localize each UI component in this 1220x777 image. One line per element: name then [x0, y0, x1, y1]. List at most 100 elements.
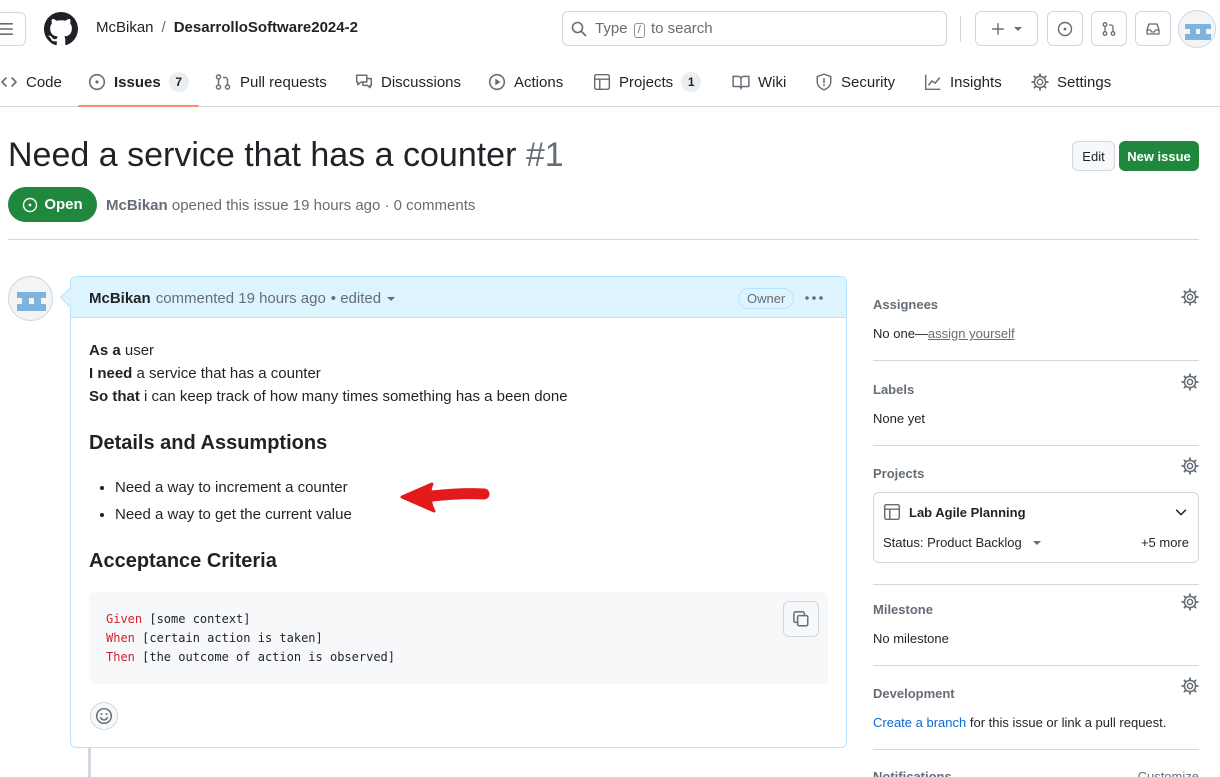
edited-dropdown[interactable]: • edited	[331, 290, 381, 307]
gear-icon[interactable]	[1181, 457, 1199, 475]
code-line: Then [the outcome of action is observed]	[106, 650, 395, 664]
divider	[873, 584, 1199, 585]
tab-code[interactable]: Code	[0, 58, 62, 106]
tab-pull-requests[interactable]: Pull requests	[214, 58, 327, 106]
chevron-down-icon[interactable]	[1174, 505, 1188, 519]
project-status-dropdown[interactable]: Status: Product Backlog	[883, 535, 1042, 550]
tab-projects[interactable]: Projects 1	[593, 58, 702, 106]
search-placeholder: Type / to search	[595, 19, 713, 38]
create-new-button[interactable]	[975, 11, 1038, 46]
issue-open-icon	[23, 197, 38, 212]
sidebar-milestone: Milestone No milestone	[873, 593, 1199, 646]
search-icon	[571, 21, 587, 36]
divider	[873, 360, 1199, 361]
issue-icon	[1057, 21, 1073, 36]
avatar[interactable]	[8, 276, 53, 321]
issue-icon	[88, 73, 106, 91]
hamburger-icon	[0, 23, 13, 35]
new-issue-button[interactable]: New issue	[1119, 141, 1199, 171]
comment-timestamp[interactable]: commented 19 hours ago	[156, 290, 326, 307]
breadcrumb-owner[interactable]: McBikan	[96, 19, 154, 36]
sidebar-notifications-title: Notifications	[873, 769, 952, 777]
issue-author[interactable]: McBikan	[106, 197, 168, 214]
edit-button[interactable]: Edit	[1072, 141, 1115, 171]
tab-wiki[interactable]: Wiki	[732, 58, 786, 106]
list-item: Need a way to get the current value	[115, 501, 352, 528]
header-divider	[960, 16, 961, 42]
copy-button[interactable]	[783, 601, 819, 637]
github-logo-icon[interactable]	[44, 12, 78, 46]
tab-security[interactable]: Security	[815, 58, 895, 106]
inbox-icon	[1146, 22, 1160, 35]
issues-count: 7	[168, 72, 189, 92]
gear-icon[interactable]	[1181, 593, 1199, 611]
pull-requests-button[interactable]	[1091, 11, 1127, 46]
table-icon	[593, 73, 611, 91]
issue-title: Need a service that has a counter #1	[8, 136, 564, 175]
timeline-line	[88, 748, 91, 777]
graph-icon	[924, 74, 941, 91]
tab-insights[interactable]: Insights	[924, 58, 1002, 106]
assignees-value: No one—assign yourself	[873, 326, 1015, 341]
kebab-horizontal-icon[interactable]	[804, 290, 824, 306]
gear-icon[interactable]	[1181, 373, 1199, 391]
play-icon	[488, 73, 506, 91]
red-arrow-annotation	[398, 478, 490, 518]
add-reaction-button[interactable]	[90, 702, 118, 730]
project-more-fields[interactable]: +5 more	[1141, 535, 1189, 550]
tab-label: Security	[841, 73, 896, 91]
project-status: Status: Product Backlog	[883, 535, 1022, 550]
tab-issues[interactable]: Issues 7	[78, 58, 199, 107]
development-value: Create a branch for this issue or link a…	[873, 715, 1167, 730]
sidebar-projects: Projects	[873, 457, 1199, 481]
issue-meta: McBikan opened this issue 19 hours ago ·…	[106, 197, 475, 214]
tab-label: Pull requests	[240, 73, 327, 91]
tab-label: Settings	[1057, 73, 1112, 91]
book-icon	[732, 75, 750, 90]
search-input[interactable]: Type / to search	[562, 11, 947, 46]
code-line: When [certain action is taken]	[106, 631, 323, 645]
comment-header: McBikan commented 19 hours ago • edited …	[71, 277, 846, 318]
triangle-down-icon[interactable]	[386, 294, 396, 304]
status-label: Open	[44, 196, 83, 213]
table-icon	[883, 503, 901, 521]
projects-count: 1	[681, 72, 702, 92]
sidebar-assignees-title: Assignees	[873, 297, 939, 312]
shield-icon	[816, 73, 832, 91]
pull-request-icon	[215, 74, 231, 90]
tab-label: Wiki	[758, 73, 787, 91]
breadcrumb-repo[interactable]: DesarrolloSoftware2024-2	[174, 19, 358, 36]
triangle-down-icon	[1032, 540, 1041, 545]
sidebar-milestone-title: Milestone	[873, 602, 933, 617]
tab-label: Discussions	[381, 73, 462, 91]
menu-button[interactable]	[0, 12, 26, 46]
owner-badge: Owner	[738, 288, 795, 309]
create-branch-link[interactable]: Create a branch	[873, 715, 966, 730]
issues-button[interactable]	[1047, 11, 1083, 46]
tab-label: Insights	[950, 73, 1002, 91]
tab-discussions[interactable]: Discussions	[355, 58, 461, 106]
assign-yourself-link[interactable]: assign yourself	[928, 326, 1015, 341]
customize-button[interactable]: Customize	[1138, 769, 1199, 777]
plus-icon	[991, 22, 1004, 35]
issue-title-text: Need a service that has a counter	[8, 136, 517, 174]
inbox-button[interactable]	[1135, 11, 1171, 46]
milestone-value: No milestone	[873, 631, 949, 646]
comment-header-text: McBikan commented 19 hours ago • edited	[89, 290, 396, 307]
sidebar-projects-title: Projects	[873, 466, 925, 481]
code-icon	[1, 77, 17, 87]
tab-settings[interactable]: Settings	[1031, 58, 1111, 106]
status-badge: Open	[8, 187, 97, 222]
comment-author[interactable]: McBikan	[89, 290, 151, 307]
gear-icon[interactable]	[1181, 677, 1199, 695]
story-line: I need a service that has a counter	[89, 365, 321, 382]
tab-actions[interactable]: Actions	[488, 58, 563, 106]
issue-number: #1	[525, 136, 564, 174]
gear-icon[interactable]	[1181, 288, 1199, 306]
project-name[interactable]: Lab Agile Planning	[909, 505, 1026, 520]
copy-icon	[793, 611, 809, 627]
user-avatar[interactable]	[1178, 10, 1216, 48]
breadcrumb-separator: /	[161, 19, 166, 36]
breadcrumb: McBikan / DesarrolloSoftware2024-2	[96, 19, 358, 36]
tab-label: Projects	[619, 73, 674, 91]
